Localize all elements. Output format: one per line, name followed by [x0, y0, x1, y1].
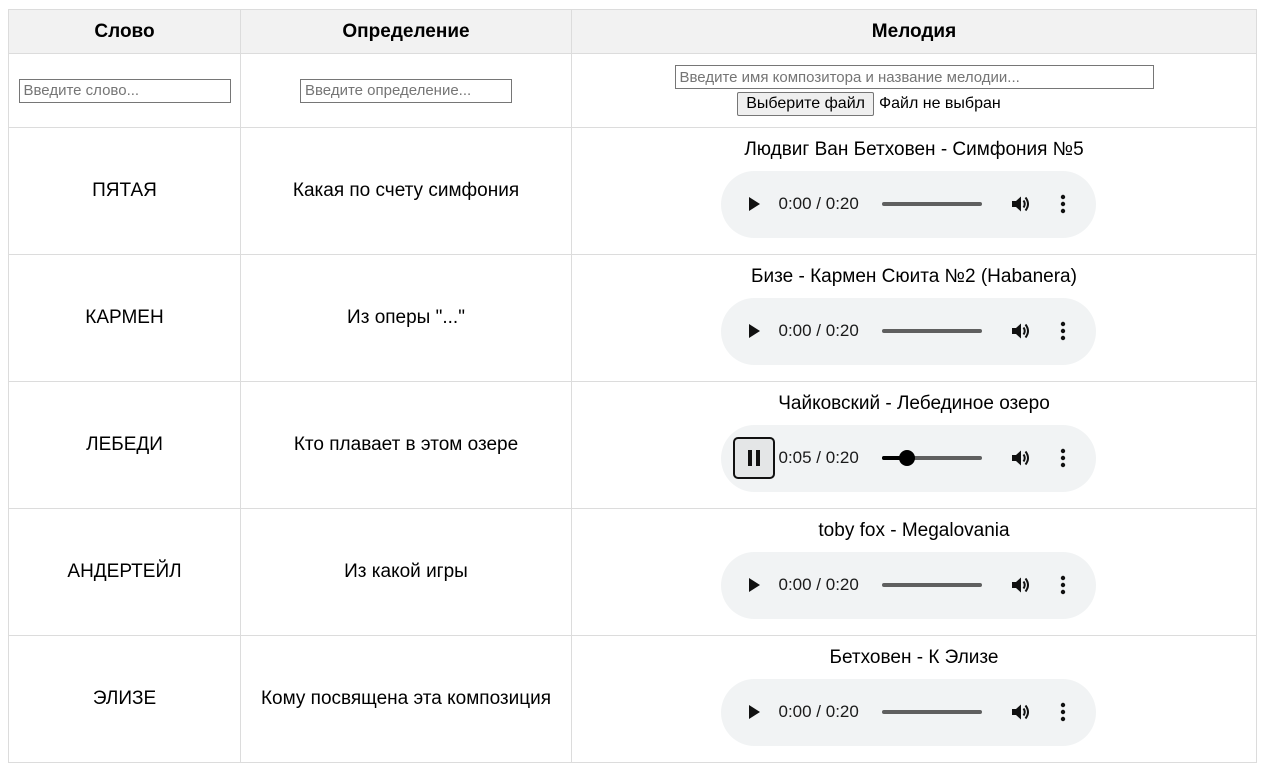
header-definition: Определение [240, 9, 572, 54]
progress-slider[interactable] [881, 583, 982, 587]
melody-cell: Чайковский - Лебединое озеро 0:05 / 0:20 [571, 381, 1257, 509]
volume-icon [1011, 704, 1029, 720]
header-melody: Мелодия [571, 9, 1257, 54]
table-row: КАРМЕН Из оперы "..." Бизе - Кармен Сюита … [8, 254, 1257, 382]
volume-button[interactable] [1010, 575, 1032, 595]
play-icon [748, 324, 760, 338]
word-cell: ПЯТАЯ [8, 127, 241, 255]
more-options-button[interactable] [1060, 194, 1066, 214]
progress-slider[interactable] [881, 450, 982, 466]
time-display: 0:00 / 0:20 [778, 194, 859, 213]
melody-title: Бетховен - К Элизе [829, 646, 999, 668]
melody-input-cell: Выберите файл Файл не выбран [571, 53, 1257, 128]
more-options-button[interactable] [1060, 702, 1066, 722]
table-row: ЭЛИЗЕ Кому посвящена эта композиция Бетхов… [8, 635, 1257, 763]
definition-cell: Из какой игры [240, 508, 572, 636]
play-button[interactable] [733, 183, 775, 225]
definition-input-cell [240, 53, 572, 128]
file-picker: Выберите файл Файл не выбран [572, 92, 1256, 116]
volume-button[interactable] [1010, 194, 1032, 214]
audio-player: 0:00 / 0:20 [720, 297, 1096, 365]
progress-slider[interactable] [881, 202, 982, 206]
header-row: Слово Определение Мелодия [8, 9, 1257, 54]
audio-player: 0:05 / 0:20 [720, 424, 1096, 492]
volume-icon [1011, 196, 1029, 212]
audio-player: 0:00 / 0:20 [720, 170, 1096, 238]
pause-button[interactable] [732, 437, 775, 479]
more-options-button[interactable] [1060, 321, 1066, 341]
volume-icon [1011, 450, 1029, 466]
time-display: 0:00 / 0:20 [778, 575, 859, 594]
play-button[interactable] [733, 564, 775, 606]
volume-button[interactable] [1010, 321, 1032, 341]
more-vert-icon [1060, 321, 1065, 341]
progress-slider[interactable] [881, 329, 982, 333]
more-vert-icon [1060, 448, 1065, 468]
melody-title: Людвиг Ван Бетховен - Симфония №5 [744, 138, 1084, 160]
table-row: ПЯТАЯ Какая по счету симфония Людвиг Ван Б… [8, 127, 1257, 255]
progress-knob[interactable] [898, 450, 915, 466]
definition-cell: Из оперы "..." [240, 254, 572, 382]
more-vert-icon [1060, 702, 1065, 722]
header-word: Слово [8, 9, 241, 54]
melody-cell: Бизе - Кармен Сюита №2 (Habanera) 0:00 / … [571, 254, 1257, 382]
more-vert-icon [1060, 575, 1065, 595]
words-table: Слово Определение Мелодия Выберите файл … [8, 9, 1257, 763]
pause-icon [747, 450, 760, 466]
definition-cell: Кому посвящена эта композиция [240, 635, 572, 763]
volume-button[interactable] [1010, 702, 1032, 722]
input-row: Выберите файл Файл не выбран [8, 53, 1257, 128]
play-icon [748, 197, 760, 211]
melody-input[interactable] [674, 65, 1154, 89]
more-options-button[interactable] [1060, 575, 1066, 595]
table-row: АНДЕРТЕЙЛ Из какой игры toby fox - Megalov… [8, 508, 1257, 636]
play-icon [748, 578, 760, 592]
definition-cell: Какая по счету симфония [240, 127, 572, 255]
more-vert-icon [1060, 194, 1065, 214]
word-cell: ЛЕБЕДИ [8, 381, 241, 509]
file-status: Файл не выбран [878, 95, 1001, 112]
word-input[interactable] [18, 78, 231, 103]
word-cell: АНДЕРТЕЙЛ [8, 508, 241, 636]
volume-button[interactable] [1010, 448, 1032, 468]
melody-title: Чайковский - Лебединое озеро [778, 392, 1050, 414]
word-cell: КАРМЕН [8, 254, 241, 382]
melody-title: toby fox - Megalovania [818, 519, 1010, 541]
time-display: 0:05 / 0:20 [778, 448, 859, 467]
melody-cell: Бетховен - К Элизе 0:00 / 0:20 [571, 635, 1257, 763]
time-display: 0:00 / 0:20 [778, 321, 859, 340]
melody-title: Бизе - Кармен Сюита №2 (Habanera) [751, 265, 1077, 287]
choose-file-button[interactable]: Выберите файл [737, 92, 874, 116]
melody-cell: Людвиг Ван Бетховен - Симфония №5 0:00 / … [571, 127, 1257, 255]
progress-slider[interactable] [881, 710, 982, 714]
play-button[interactable] [733, 691, 775, 733]
audio-player: 0:00 / 0:20 [720, 551, 1096, 619]
volume-icon [1011, 323, 1029, 339]
word-cell: ЭЛИЗЕ [8, 635, 241, 763]
table-row: ЛЕБЕДИ Кто плавает в этом озере Чайковский… [8, 381, 1257, 509]
melody-cell: toby fox - Megalovania 0:00 / 0:20 [571, 508, 1257, 636]
more-options-button[interactable] [1060, 448, 1066, 468]
word-input-cell [8, 53, 241, 128]
volume-icon [1011, 577, 1029, 593]
definition-cell: Кто плавает в этом озере [240, 381, 572, 509]
time-display: 0:00 / 0:20 [778, 702, 859, 721]
definition-input[interactable] [300, 78, 512, 103]
audio-player: 0:00 / 0:20 [720, 678, 1096, 746]
play-button[interactable] [733, 310, 775, 352]
play-icon [748, 705, 760, 719]
